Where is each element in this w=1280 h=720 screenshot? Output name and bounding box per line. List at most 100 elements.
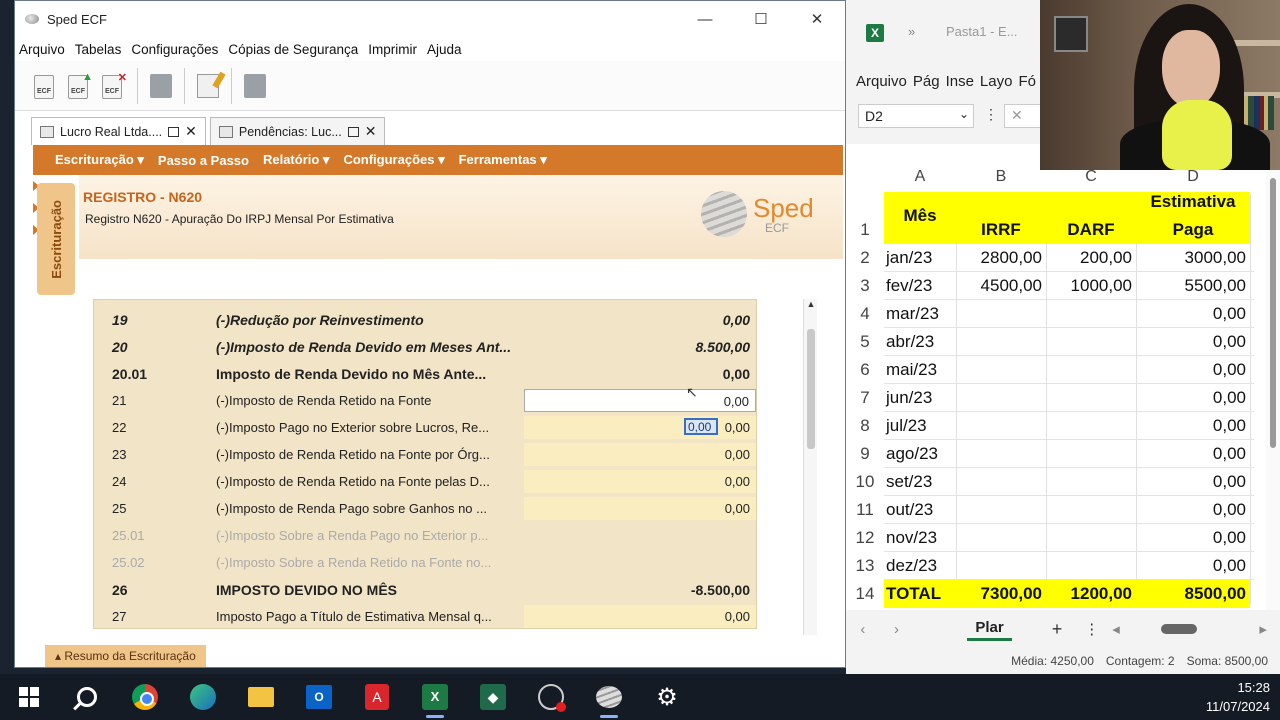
cell-darf[interactable] xyxy=(1046,384,1136,412)
system-clock[interactable]: 15:28 11/07/2024 xyxy=(1206,678,1270,716)
ribbon-formulas[interactable]: Fó xyxy=(1018,73,1036,90)
formula-options-icon[interactable]: ⋮ xyxy=(984,106,998,123)
cell-estimativa[interactable]: 5500,00 xyxy=(1136,272,1250,300)
cell-month[interactable]: mar/23 xyxy=(886,300,956,328)
row-header[interactable]: 11 xyxy=(846,496,884,524)
row-value-field[interactable]: 0,00 xyxy=(524,389,756,412)
cell-month[interactable]: fev/23 xyxy=(886,272,956,300)
row-value-field[interactable]: 0,00 0,00 xyxy=(524,416,756,439)
cell-estimativa[interactable]: 0,00 xyxy=(1136,496,1250,524)
app-button[interactable]: ◆ xyxy=(464,674,522,720)
cell-darf[interactable]: 1000,00 xyxy=(1046,272,1136,300)
cell-month[interactable]: jul/23 xyxy=(886,412,956,440)
prev-sheet-icon[interactable]: ‹ xyxy=(846,621,880,638)
ribbon-inserir[interactable]: Inse xyxy=(946,73,974,90)
row-header[interactable]: 1 xyxy=(846,216,884,244)
cell-month[interactable]: nov/23 xyxy=(886,524,956,552)
menu-configuracoes[interactable]: Configurações xyxy=(131,42,218,57)
tab-pendencias[interactable]: Pendências: Luc... ✕ xyxy=(209,117,386,145)
ribbon-arquivo[interactable]: Arquivo xyxy=(856,73,907,90)
cell-irrf[interactable] xyxy=(956,552,1046,580)
register-row[interactable]: 22 (-)Imposto Pago no Exterior sobre Lucr… xyxy=(94,414,756,441)
cell-irrf[interactable] xyxy=(956,300,1046,328)
cell-darf[interactable] xyxy=(1046,300,1136,328)
cell-estimativa[interactable]: 0,00 xyxy=(1136,300,1250,328)
cell-estimativa[interactable]: 0,00 xyxy=(1136,440,1250,468)
column-header[interactable]: C xyxy=(1046,168,1136,192)
scroll-right-icon[interactable]: ▸ xyxy=(1246,620,1280,638)
sheet-tab-plan1[interactable]: Plar xyxy=(967,617,1012,641)
quick-access-chevron-icon[interactable]: » xyxy=(908,24,915,39)
row-header[interactable]: 5 xyxy=(846,328,884,356)
delete-ecf-button[interactable]: ECF ✕ xyxy=(99,72,127,99)
cell-month[interactable]: set/23 xyxy=(886,468,956,496)
cell-estimativa[interactable]: 0,00 xyxy=(1136,412,1250,440)
row-header[interactable]: 14 xyxy=(846,580,884,608)
row-value-field[interactable]: 0,00 xyxy=(524,497,756,520)
menu-configuracoes-orange[interactable]: Configurações ▾ xyxy=(343,152,444,168)
cell-total-irrf[interactable]: 7300,00 xyxy=(956,580,1046,608)
cell-month[interactable]: ago/23 xyxy=(886,440,956,468)
cell-a1[interactable]: Mês xyxy=(884,202,956,230)
add-sheet-icon[interactable]: + xyxy=(1052,619,1063,640)
cell-irrf[interactable] xyxy=(956,496,1046,524)
cell-irrf[interactable] xyxy=(956,384,1046,412)
menu-passo-a-passo[interactable]: Passo a Passo xyxy=(158,153,249,168)
close-button[interactable]: ✕ xyxy=(789,1,845,37)
cell-d1-line1[interactable]: Estimativa xyxy=(1136,188,1250,216)
cell-total-label[interactable]: TOTAL xyxy=(886,580,956,608)
acrobat-button[interactable]: A xyxy=(348,674,406,720)
settings-button[interactable]: ⚙ xyxy=(638,674,696,720)
row-header[interactable]: 13 xyxy=(846,552,884,580)
row-header[interactable]: 2 xyxy=(846,244,884,272)
menu-ferramentas[interactable]: Ferramentas ▾ xyxy=(459,152,547,168)
escrituracao-side-tab[interactable]: Escrituração xyxy=(37,183,75,295)
cell-darf[interactable] xyxy=(1046,524,1136,552)
cell-irrf[interactable] xyxy=(956,356,1046,384)
register-row[interactable]: 25 (-)Imposto de Renda Pago sobre Ganhos … xyxy=(94,495,756,522)
row-value-field[interactable]: 0,00 xyxy=(524,470,756,493)
cell-c1[interactable]: DARF xyxy=(1046,216,1136,244)
edge-button[interactable] xyxy=(174,674,232,720)
resumo-escrituracao-tab[interactable]: ▴ Resumo da Escrituração xyxy=(45,645,206,667)
horizontal-scrollbar[interactable] xyxy=(1149,624,1246,634)
new-ecf-button[interactable]: ECF xyxy=(31,73,57,99)
register-row[interactable]: 23 (-)Imposto de Renda Retido na Fonte po… xyxy=(94,441,756,468)
cell-irrf[interactable] xyxy=(956,412,1046,440)
cell-irrf[interactable] xyxy=(956,328,1046,356)
cell-month[interactable]: jan/23 xyxy=(886,244,956,272)
cell-estimativa[interactable]: 0,00 xyxy=(1136,384,1250,412)
cell-darf[interactable] xyxy=(1046,468,1136,496)
cell-darf[interactable] xyxy=(1046,412,1136,440)
cell-total-darf[interactable]: 1200,00 xyxy=(1046,580,1136,608)
sheet-scroll-thumb[interactable] xyxy=(1270,178,1276,448)
row-header[interactable]: 9 xyxy=(846,440,884,468)
menu-ajuda[interactable]: Ajuda xyxy=(427,42,462,57)
cell-irrf[interactable] xyxy=(956,524,1046,552)
register-row[interactable]: 27 Imposto Pago a Título de Estimativa Me… xyxy=(94,603,756,628)
cell-irrf[interactable] xyxy=(956,440,1046,468)
menu-arquivo[interactable]: Arquivo xyxy=(19,42,65,57)
chrome-button[interactable] xyxy=(116,674,174,720)
name-box[interactable]: D2 ⌄ xyxy=(858,104,974,128)
tab-close-icon[interactable]: ✕ xyxy=(185,123,197,140)
cell-estimativa[interactable]: 0,00 xyxy=(1136,328,1250,356)
column-header[interactable]: A xyxy=(884,168,956,192)
ribbon-pagina-inicial[interactable]: Pág xyxy=(913,73,940,90)
cell-irrf[interactable] xyxy=(956,468,1046,496)
cell-total-estimativa[interactable]: 8500,00 xyxy=(1136,580,1250,608)
scroll-thumb[interactable] xyxy=(807,329,815,449)
scroll-left-icon[interactable]: ◂ xyxy=(1099,620,1133,638)
import-ecf-button[interactable]: ECF ▲ xyxy=(65,71,93,99)
row-header[interactable]: 12 xyxy=(846,524,884,552)
cell-estimativa[interactable]: 3000,00 xyxy=(1136,244,1250,272)
cell-irrf[interactable]: 2800,00 xyxy=(956,244,1046,272)
maximize-button[interactable]: ☐ xyxy=(733,1,789,37)
register-row[interactable]: 26 IMPOSTO DEVIDO NO MÊS -8.500,00 xyxy=(94,576,756,603)
menu-tabelas[interactable]: Tabelas xyxy=(75,42,122,57)
register-row[interactable]: 20 (-)Imposto de Renda Devido em Meses An… xyxy=(94,333,756,360)
cell-darf[interactable]: 200,00 xyxy=(1046,244,1136,272)
start-button[interactable] xyxy=(0,674,58,720)
menu-copias-seguranca[interactable]: Cópias de Segurança xyxy=(228,42,358,57)
file-explorer-button[interactable] xyxy=(232,674,290,720)
